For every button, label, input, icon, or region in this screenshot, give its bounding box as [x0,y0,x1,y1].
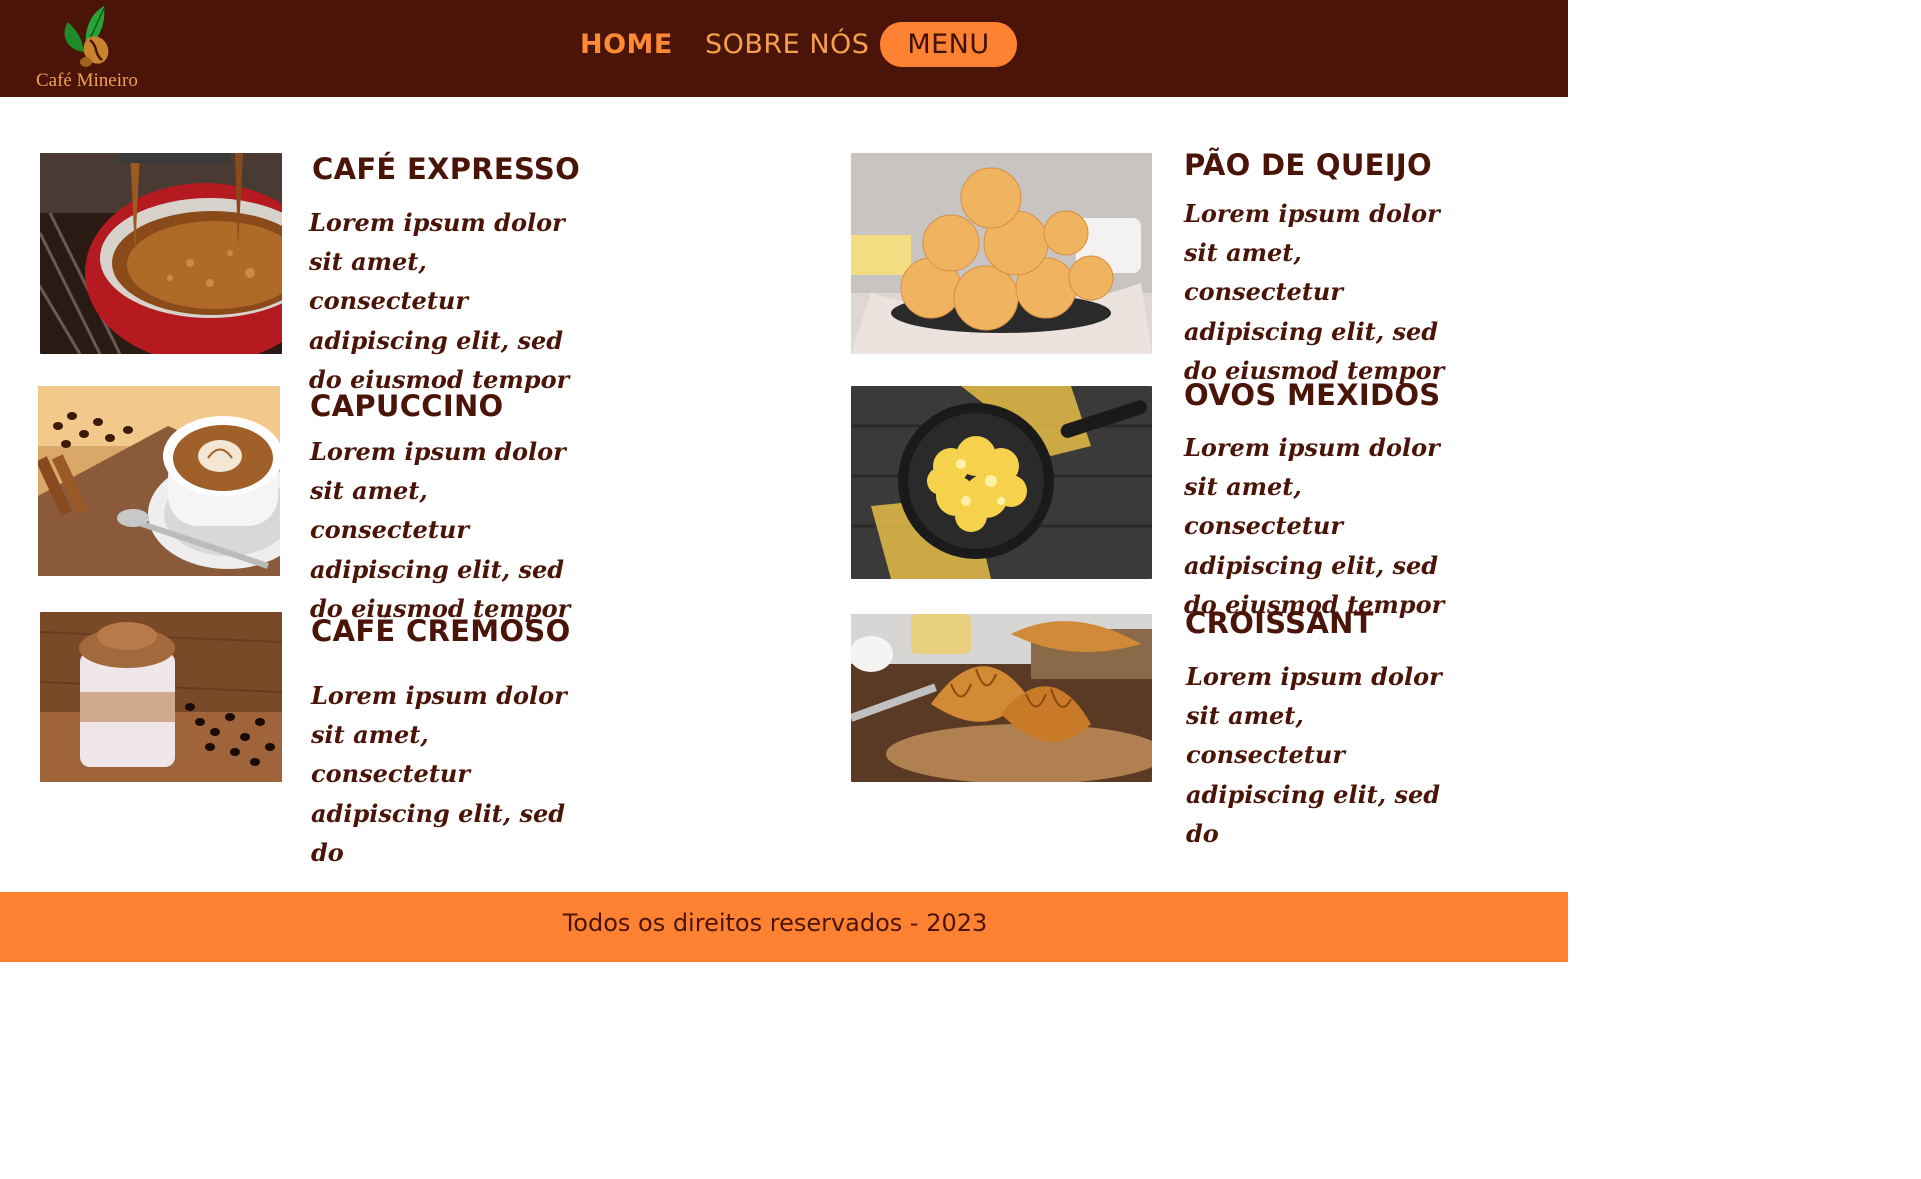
item-description: Lorem ipsum dolor sit amet, consectetur … [310,437,571,623]
item-title: CAPUCCINO [310,389,504,423]
item-description: Lorem ipsum dolor sit amet, consectetur … [311,681,567,867]
item-title: PÃO DE QUEIJO [1184,148,1432,182]
scrambled-eggs-image [851,386,1152,579]
espresso-image [40,153,282,354]
creamy-coffee-image [40,612,282,782]
cafe-mineiro-logo[interactable]: Café Mineiro [34,4,154,92]
item-description: Lorem ipsum dolor sit amet, consectetur … [1186,662,1442,848]
item-title: CAFÉ EXPRESSO [312,152,581,186]
item-description: Lorem ipsum dolor sit amet, consectetur … [309,208,570,394]
nav-about-link[interactable]: SOBRE NÓS [705,22,869,67]
header: Café Mineiro HOME SOBRE NÓS MENU [0,0,1568,97]
nav-home-link[interactable]: HOME [580,22,673,67]
item-description: Lorem ipsum dolor sit amet, consectetur … [1184,433,1445,619]
item-title: CAFÉ CREMOSO [311,614,571,648]
coffee-bean-leaf-icon [64,6,109,67]
logo-text: Café Mineiro [36,70,138,91]
footer: Todos os direitos reservados - 2023 [0,892,1568,962]
item-description: Lorem ipsum dolor sit amet, consectetur … [1184,199,1445,385]
item-title: OVOS MEXIDOS [1184,378,1441,412]
item-title: CROISSANT [1185,606,1374,640]
cheese-bread-image [851,153,1152,354]
cappuccino-image [38,386,280,576]
copyright-text: Todos os direitos reservados - 2023 [562,909,988,937]
nav-menu-link[interactable]: MENU [880,22,1017,67]
croissant-image [851,614,1152,782]
